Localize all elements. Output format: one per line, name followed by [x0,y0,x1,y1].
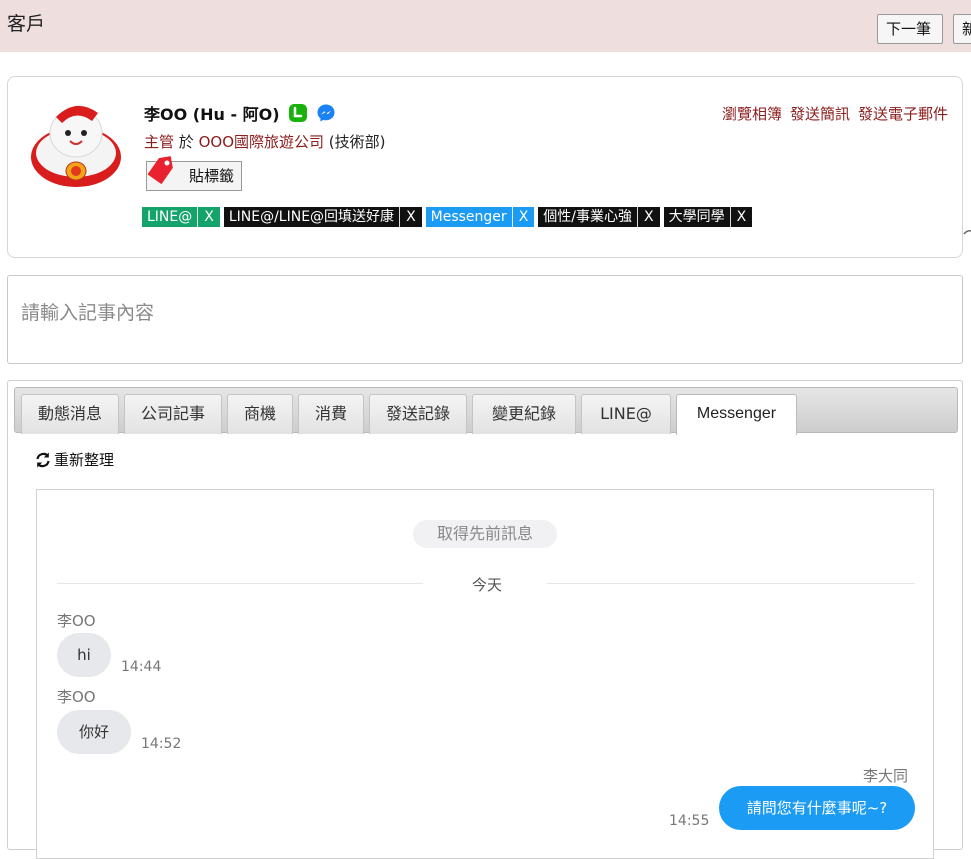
send-email-link[interactable]: 發送電子郵件 [858,103,948,124]
remove-tag-button[interactable]: X [197,207,220,227]
customer-profile-card: 李OO (Hu - 阿O) 主管 於 OOO國際旅遊公司 (技術部) 貼標籤 L… [7,76,963,258]
at-label: 於 [178,133,194,151]
tag-messenger: Messenger X [425,207,535,227]
tag-label: LINE@ [147,209,193,225]
messenger-icon[interactable] [316,103,336,123]
tag-label: LINE@/LINE@回填送好康 [228,209,395,225]
tab-change-log[interactable]: 變更紀錄 [472,394,576,434]
message-time: 14:44 [121,659,162,675]
page-title: 客戶 [7,13,46,35]
note-input[interactable]: 請輸入記事內容 [7,275,963,364]
job-title: 主管 [144,133,175,151]
tab-bar: 動態消息 公司記事 商機 消費 發送記錄 變更紀錄 LINE@ Messenge… [14,387,958,435]
avatar[interactable] [26,95,126,195]
add-tag-label: 貼標籤 [188,167,234,185]
line-icon[interactable] [288,103,308,123]
message-sender: 李OO [57,612,96,630]
tab-send-records[interactable]: 發送記錄 [369,394,467,434]
message-sender: 李大同 [863,767,909,785]
tag-classmate: 大學同學 X [663,207,753,227]
divider-left [57,583,423,584]
resize-handle-icon[interactable] [963,228,971,238]
top-bar: 客戶 下一筆 新增 [0,0,971,52]
tab-purchases[interactable]: 消費 [298,394,364,434]
divider-right [547,583,915,584]
tag-personality: 個性/事業心強 X [538,207,660,227]
activity-panel: 動態消息 公司記事 商機 消費 發送記錄 變更紀錄 LINE@ Messenge… [7,380,963,859]
new-record-button[interactable]: 新增 [953,14,971,44]
message-time: 14:52 [141,736,182,752]
tag-label: Messenger [430,209,507,225]
message-time: 14:55 [669,813,710,829]
tag-label: 個性/事業心強 [543,209,632,225]
company-link[interactable]: OOO國際旅遊公司 [199,133,324,151]
profile-actions: 瀏覽相簿 發送簡訊 發送電子郵件 [722,103,948,124]
tab-messenger[interactable]: Messenger [676,394,797,435]
tag-list: LINE@ X LINE@/LINE@回填送好康 X Messenger X 個… [142,207,753,227]
browse-album-link[interactable]: 瀏覽相簿 [722,103,782,124]
tab-opportunities[interactable]: 商機 [227,394,293,434]
next-record-button[interactable]: 下一筆 [877,14,943,44]
price-tag-icon [147,156,173,184]
add-tag-button[interactable]: 貼標籤 [146,156,242,191]
remove-tag-button[interactable]: X [729,207,753,227]
message-bubble: hi [57,633,111,677]
remove-tag-button[interactable]: X [511,207,535,227]
tag-label: 大學同學 [668,209,725,225]
tag-line-at-refill: LINE@/LINE@回填送好康 X [223,207,422,227]
refresh-button[interactable]: 重新整理 [34,449,114,470]
department-label: (技術部) [328,133,386,151]
remove-tag-button[interactable]: X [399,207,422,227]
customer-name: 李OO (Hu - 阿O) [144,105,280,124]
tab-line-at[interactable]: LINE@ [581,394,671,434]
message-sender: 李OO [57,688,96,706]
send-sms-link[interactable]: 發送簡訊 [790,103,850,124]
refresh-icon [36,452,50,467]
date-separator: 今天 [471,576,502,594]
load-previous-button[interactable]: 取得先前訊息 [413,520,557,548]
tab-news-feed[interactable]: 動態消息 [21,394,119,434]
refresh-label: 重新整理 [54,451,115,469]
message-bubble: 你好 [57,710,131,754]
tag-line-at: LINE@ X [142,207,220,227]
tab-company-notes[interactable]: 公司記事 [124,394,222,434]
remove-tag-button[interactable]: X [637,207,660,227]
chat-window: 取得先前訊息 今天 李OO hi 14:44 李OO 你好 14:52 李大同 … [36,489,934,859]
role-line: 主管 於 OOO國際旅遊公司 (技術部) [144,131,386,152]
message-bubble: 請問您有什麼事呢~? [719,786,915,830]
